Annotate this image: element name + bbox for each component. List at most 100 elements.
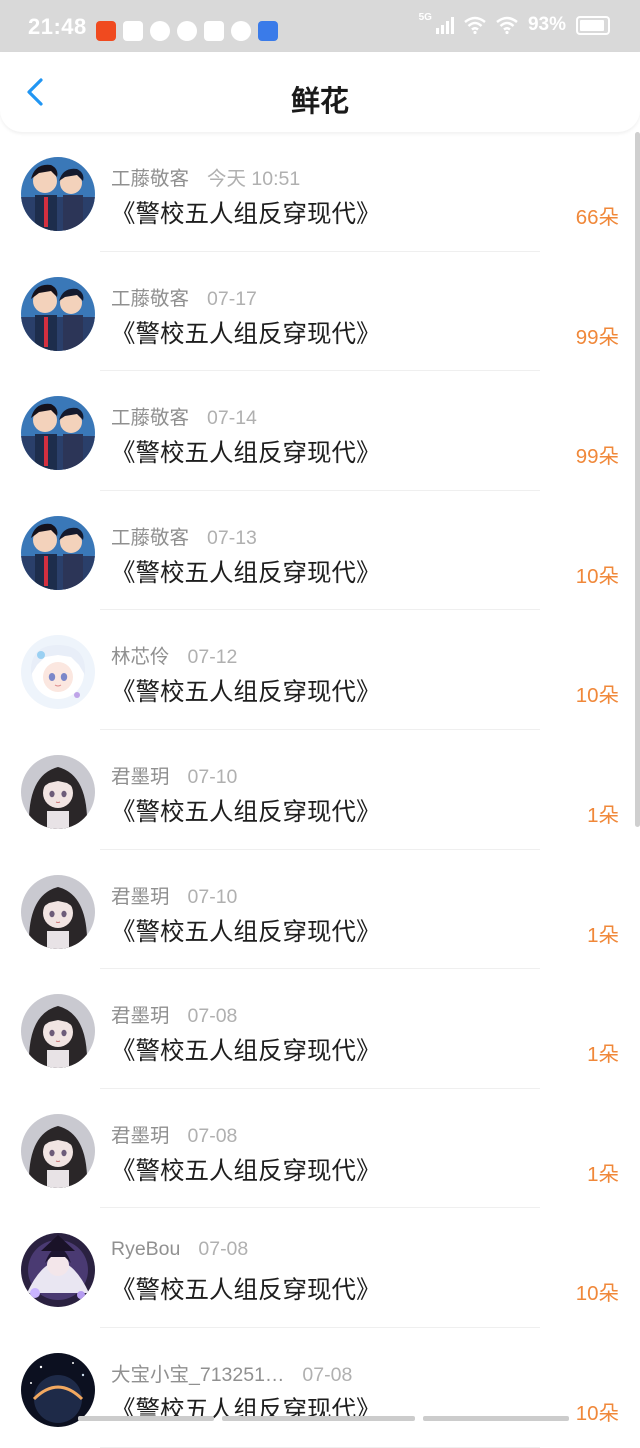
book-title[interactable]: 《警校五人组反穿现代》 <box>111 554 381 589</box>
book-title[interactable]: 《警校五人组反穿现代》 <box>111 195 381 230</box>
username[interactable]: 工藤敬客 <box>111 527 189 549</box>
list-item[interactable]: 工藤敬客 07-13 《警校五人组反穿现代》 10朵 <box>0 491 640 611</box>
avatar[interactable] <box>21 396 95 471</box>
flower-count: 1朵 <box>587 923 619 947</box>
record-date: 07-10 <box>187 765 238 788</box>
wechat-icon <box>150 21 170 41</box>
book-title[interactable]: 《警校五人组反穿现代》 <box>111 434 381 469</box>
flower-count: 1朵 <box>587 1043 619 1067</box>
username[interactable]: 工藤敬客 <box>111 288 189 310</box>
app-icon <box>258 21 278 41</box>
record-meta: 君墨玥 07-08 <box>111 999 237 1028</box>
record-date: 07-14 <box>207 407 257 430</box>
flower-count: 66朵 <box>575 206 619 229</box>
username[interactable]: 君墨玥 <box>111 1005 170 1027</box>
username[interactable]: 君墨玥 <box>111 886 170 908</box>
list-item[interactable]: 工藤敬客 07-14 《警校五人组反穿现代》 99朵 <box>0 371 640 491</box>
flower-record-list: 工藤敬客 今天 10:51 《警校五人组反穿现代》 66朵 工藤敬客 07-17 《… <box>0 132 640 1448</box>
username[interactable]: 工藤敬客 <box>111 407 189 429</box>
list-item[interactable]: 君墨玥 07-10 《警校五人组反穿现代》 1朵 <box>0 850 640 970</box>
record-meta: 工藤敬客 07-13 <box>111 521 257 550</box>
record-date: 07-17 <box>207 287 257 310</box>
app-icon <box>177 21 197 41</box>
username[interactable]: 大宝小宝_713251… <box>111 1364 284 1386</box>
list-item[interactable]: 君墨玥 07-08 《警校五人组反穿现代》 1朵 <box>0 969 640 1089</box>
record-date: 07-08 <box>187 1005 238 1028</box>
book-title[interactable]: 《警校五人组反穿现代》 <box>111 673 381 708</box>
username[interactable]: 君墨玥 <box>111 1125 170 1147</box>
flower-count: 99朵 <box>575 325 619 349</box>
record-date: 07-08 <box>302 1363 353 1386</box>
book-title[interactable]: 《警校五人组反穿现代》 <box>111 1032 381 1067</box>
list-item[interactable]: 工藤敬客 07-17 《警校五人组反穿现代》 99朵 <box>0 252 640 372</box>
record-meta: 君墨玥 07-10 <box>111 760 237 789</box>
avatar[interactable] <box>21 754 95 829</box>
record-meta: 工藤敬客 今天 10:51 <box>111 162 300 191</box>
flower-count: 99朵 <box>575 445 619 469</box>
record-meta: 工藤敬客 07-17 <box>111 282 257 311</box>
list-item[interactable]: 君墨玥 07-10 《警校五人组反穿现代》 1朵 <box>0 730 640 850</box>
status-bar: 21:48 5G 93% <box>0 0 640 52</box>
record-date: 07-08 <box>198 1238 249 1261</box>
flower-count: 10朵 <box>575 1282 619 1306</box>
battery-percent: 93% <box>527 14 566 35</box>
record-meta: 工藤敬客 07-14 <box>111 401 257 430</box>
avatar[interactable] <box>21 1233 95 1308</box>
username[interactable]: 工藤敬客 <box>111 168 189 190</box>
flower-count: 10朵 <box>575 1401 619 1425</box>
network-type: 5G <box>418 11 432 23</box>
record-meta: 君墨玥 07-08 <box>111 1119 237 1148</box>
list-item[interactable]: 林芯伶 07-12 《警校五人组反穿现代》 10朵 <box>0 610 640 730</box>
compass-icon <box>231 21 251 41</box>
sim-icon <box>123 21 143 41</box>
scrollbar[interactable] <box>635 132 640 827</box>
username[interactable]: RyeBou <box>111 1238 180 1260</box>
book-title[interactable]: 《警校五人组反穿现代》 <box>111 1152 381 1187</box>
list-item[interactable]: 君墨玥 07-08 《警校五人组反穿现代》 1朵 <box>0 1089 640 1209</box>
status-right: 5G 93% <box>418 11 610 36</box>
book-title[interactable]: 《警校五人组反穿现代》 <box>111 315 381 350</box>
notification-icons <box>96 21 278 41</box>
book-title[interactable]: 《警校五人组反穿现代》 <box>111 913 381 948</box>
app-notification-icon <box>96 21 116 41</box>
flower-count: 1朵 <box>587 1162 619 1186</box>
book-title[interactable]: 《警校五人组反穿现代》 <box>111 793 381 828</box>
divider <box>100 1446 540 1448</box>
status-time: 21:48 <box>28 14 87 39</box>
avatar[interactable] <box>21 515 95 590</box>
record-meta: 大宝小宝_713251… 07-08 <box>111 1358 352 1387</box>
page-title: 鲜花 <box>290 86 349 118</box>
avatar[interactable] <box>21 635 95 710</box>
flower-count: 10朵 <box>575 564 619 588</box>
app-icon <box>204 21 224 41</box>
avatar[interactable] <box>21 276 95 351</box>
bottom-indicator <box>78 1416 214 1421</box>
record-date: 今天 10:51 <box>207 168 301 190</box>
signal-icon <box>435 16 454 34</box>
flower-count: 10朵 <box>575 684 619 708</box>
book-title[interactable]: 《警校五人组反穿现代》 <box>111 1271 381 1306</box>
list-item[interactable]: 工藤敬客 今天 10:51 《警校五人组反穿现代》 66朵 <box>0 132 640 252</box>
avatar[interactable] <box>21 994 95 1069</box>
nav-bar: 鲜花 <box>0 52 640 132</box>
username[interactable]: 林芯伶 <box>111 646 170 668</box>
username[interactable]: 君墨玥 <box>111 766 170 788</box>
record-meta: RyeBou 07-08 <box>111 1238 248 1261</box>
avatar[interactable] <box>21 157 95 231</box>
record-date: 07-12 <box>187 646 238 669</box>
record-meta: 君墨玥 07-10 <box>111 880 237 909</box>
bottom-indicator <box>423 1416 569 1421</box>
flower-count: 1朵 <box>587 803 619 827</box>
battery-icon <box>576 15 610 35</box>
list-item[interactable]: 大宝小宝_713251… 07-08 《警校五人组反穿现代》 10朵 <box>0 1328 640 1448</box>
wifi-icon <box>464 16 486 34</box>
record-date: 07-08 <box>187 1124 238 1147</box>
record-date: 07-10 <box>187 885 238 908</box>
avatar[interactable] <box>21 1113 95 1188</box>
wifi-icon <box>496 16 518 34</box>
bottom-indicator <box>222 1416 415 1421</box>
record-date: 07-13 <box>207 526 257 549</box>
list-item[interactable]: RyeBou 07-08 《警校五人组反穿现代》 10朵 <box>0 1208 640 1328</box>
avatar[interactable] <box>21 874 95 949</box>
record-meta: 林芯伶 07-12 <box>111 640 237 669</box>
